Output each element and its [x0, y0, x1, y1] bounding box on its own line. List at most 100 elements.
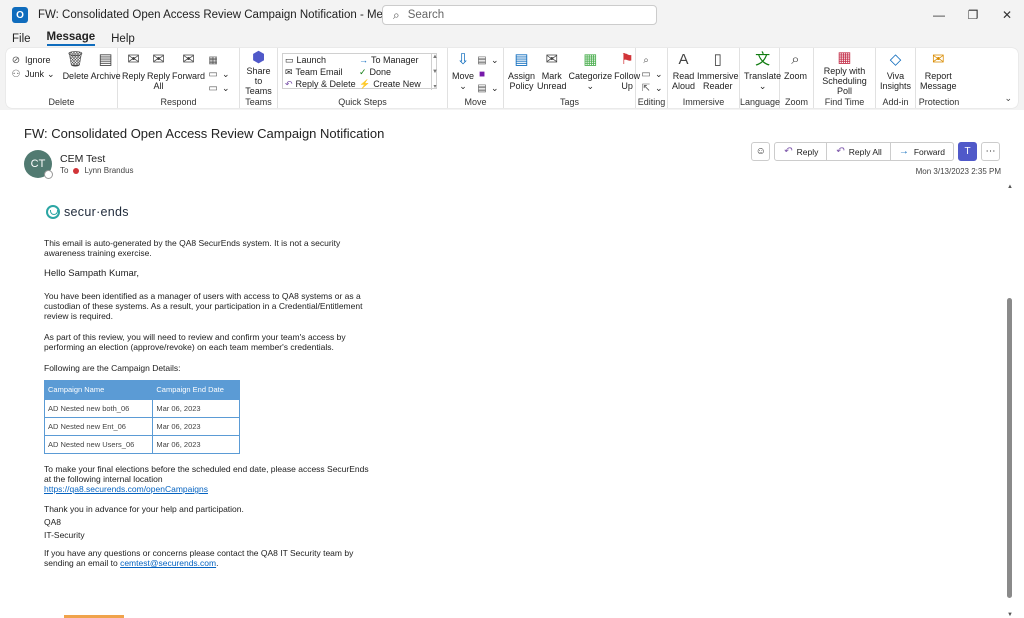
- quick-steps-scroll[interactable]: ▲ ▼ ▾: [431, 54, 438, 90]
- ignore-button[interactable]: ⊘ Ignore: [10, 54, 55, 66]
- campaign-details-intro: Following are the Campaign Details:: [44, 363, 181, 373]
- search-box[interactable]: ⌕ Search: [382, 5, 657, 25]
- signature-team: IT-Security: [44, 530, 85, 540]
- minimize-button[interactable]: —: [922, 0, 956, 30]
- im-reply-button[interactable]: ▭ ⌄: [207, 68, 229, 80]
- move-group-label: Move: [464, 97, 487, 107]
- open-campaigns-link[interactable]: https://qa8.securends.com/openCampaigns: [44, 484, 208, 494]
- find-icon: ⌕: [643, 54, 649, 66]
- quick-step-reply-delete[interactable]: ↶ Reply & Delete: [283, 78, 357, 90]
- forward-arrow-icon: →: [898, 146, 909, 157]
- select-button[interactable]: ⇱ ⌄: [640, 82, 663, 94]
- done-icon: ✓: [359, 66, 367, 77]
- to-manager-icon: →: [359, 55, 368, 65]
- restore-button[interactable]: ❐: [956, 0, 990, 30]
- emoji-reaction-button[interactable]: ☺: [751, 142, 771, 161]
- tab-file[interactable]: File: [12, 33, 31, 46]
- rules-icon: ▤: [477, 54, 487, 66]
- teams-icon: ⬢: [251, 48, 266, 66]
- forward-button[interactable]: ✉ Forward: [172, 50, 205, 96]
- move-button[interactable]: ⇩ Move ⌄: [452, 50, 474, 96]
- quick-steps-gallery: ▭ Launch → To Manager ▲ ▼ ▾ ✉ Team Email ✓ Don…: [282, 53, 438, 90]
- rules-button[interactable]: ▤ ⌄: [476, 54, 498, 66]
- header-reply-all-button[interactable]: ↶ Reply All: [827, 143, 891, 160]
- quick-step-team-email[interactable]: ✉ Team Email: [283, 66, 357, 78]
- campaign-end-date-header: Campaign End Date: [152, 380, 240, 400]
- read-aloud-button[interactable]: A Read Aloud: [672, 50, 695, 96]
- smiley-icon: ☺: [755, 146, 766, 157]
- reply-button[interactable]: ✉ Reply: [122, 50, 145, 96]
- ribbon-area: ⊘ Ignore ⚇ Junk ⌄ 🗑 Delete ▤ Archive Delete ✉…: [0, 46, 1024, 110]
- manager-paragraph: You have been identified as a manager of…: [44, 291, 363, 321]
- reply-delete-icon: ↶: [285, 78, 293, 89]
- calendar-icon: ▦: [837, 48, 852, 66]
- securends-logo-text: secur·ends: [64, 205, 129, 219]
- create-new-icon: ⚡: [359, 78, 371, 89]
- zoom-group-label: Zoom: [784, 97, 808, 107]
- scroll-thumb[interactable]: [1007, 298, 1012, 598]
- vertical-scrollbar[interactable]: ▲ ▼: [1006, 184, 1014, 618]
- junk-button[interactable]: ⚇ Junk ⌄: [10, 68, 55, 80]
- viva-insights-button[interactable]: ◇ Viva Insights: [880, 50, 911, 96]
- trash-icon: 🗑: [66, 51, 86, 68]
- respond-more-column: ▦ ▭ ⌄ ▭ ⌄: [207, 50, 230, 96]
- close-button[interactable]: ✕: [990, 0, 1024, 30]
- search-icon: ⌕: [393, 7, 400, 22]
- mark-unread-button[interactable]: ✉ Mark Unread: [537, 50, 567, 96]
- scroll-up-icon[interactable]: ▲: [1006, 184, 1014, 190]
- archive-button[interactable]: ▤ Archive: [91, 50, 121, 96]
- delete-button[interactable]: 🗑 Delete: [63, 50, 89, 96]
- campaign-end-date-cell: Mar 06, 2023: [152, 399, 240, 418]
- tab-help[interactable]: Help: [111, 33, 135, 46]
- campaign-end-date-cell: Mar 06, 2023: [152, 417, 240, 436]
- reply-all-arrow-icon: ↶: [835, 146, 844, 157]
- envelope-icon: ✉: [545, 51, 559, 68]
- auto-generated-notice: This email is auto-generated by the QA8 …: [44, 238, 341, 258]
- campaign-end-date-cell: Mar 06, 2023: [152, 435, 240, 454]
- quick-step-create-new[interactable]: ⚡ Create New: [357, 78, 431, 90]
- campaign-name-cell: AD Nested new Ent_06: [43, 417, 154, 436]
- onenote-button[interactable]: ■: [476, 68, 499, 80]
- more-respond-icon: ▭: [208, 82, 218, 94]
- actions-button[interactable]: ▤ ⌄: [476, 82, 498, 94]
- meeting-reply-button[interactable]: ▦: [207, 54, 230, 66]
- immersive-reader-button[interactable]: ▯ Immersive Reader: [697, 50, 739, 96]
- zoom-group: ⌕ Zoom Zoom: [780, 48, 814, 108]
- contact-email-link[interactable]: cemtest@securends.com: [120, 558, 216, 568]
- sender-name[interactable]: CEM Test: [60, 153, 105, 165]
- protection-group-label: Protection: [918, 97, 960, 107]
- move-icon: ⇩: [456, 51, 470, 68]
- quick-step-done[interactable]: ✓ Done: [357, 66, 431, 78]
- teams-group: ⬢ Share to Teams Teams: [240, 48, 278, 108]
- scroll-down-icon[interactable]: ▼: [1006, 612, 1014, 618]
- policy-icon: ▤: [514, 51, 529, 68]
- zoom-button[interactable]: ⌕ Zoom: [784, 50, 807, 96]
- more-actions-button[interactable]: ⋯: [981, 142, 1000, 161]
- find-button[interactable]: ⌕: [640, 54, 663, 66]
- select-icon: ⇱: [641, 82, 651, 94]
- share-to-teams-button[interactable]: ⬢ Share to Teams: [244, 48, 273, 97]
- campaign-name-header: Campaign Name: [43, 380, 154, 400]
- header-forward-button[interactable]: → Forward: [891, 143, 953, 160]
- categorize-button[interactable]: ▦ Categorize ⌄: [569, 50, 613, 96]
- tab-message[interactable]: Message: [46, 31, 96, 46]
- more-respond-button[interactable]: ▭ ⌄: [207, 82, 229, 94]
- protection-group: ✉ Report Message Protection: [916, 48, 962, 108]
- teams-group-label: Teams: [245, 97, 272, 107]
- translate-button[interactable]: 文 Translate ⌄: [744, 50, 781, 96]
- report-message-button[interactable]: ✉ Report Message: [920, 50, 957, 96]
- ribbon-collapse-icon[interactable]: ⌄: [1004, 93, 1012, 104]
- greeting: Hello Sampath Kumar,: [44, 268, 140, 279]
- actions-icon: ▤: [477, 82, 487, 94]
- teams-chat-button[interactable]: T: [958, 142, 977, 161]
- reply-all-button[interactable]: ✉ Reply All: [147, 50, 170, 96]
- scheduling-poll-button[interactable]: ▦ Reply with Scheduling Poll: [818, 48, 871, 97]
- quick-step-to-manager[interactable]: → To Manager: [357, 54, 431, 66]
- title-bar: O FW: Consolidated Open Access Review Ca…: [0, 0, 1024, 30]
- im-icon: ▭: [208, 68, 218, 80]
- assign-policy-button[interactable]: ▤ Assign Policy: [508, 50, 535, 96]
- related-button[interactable]: ▭ ⌄: [640, 68, 662, 80]
- quick-step-launch[interactable]: ▭ Launch: [283, 54, 357, 66]
- recipient-name[interactable]: Lynn Brandus: [84, 166, 133, 175]
- header-reply-button[interactable]: ↶ Reply: [775, 143, 828, 160]
